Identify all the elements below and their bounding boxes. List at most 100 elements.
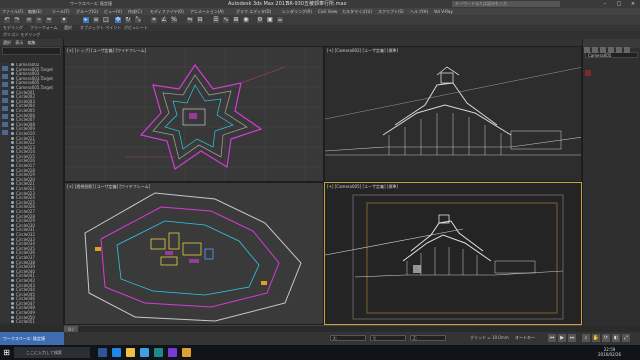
render-icon[interactable]: ☕	[276, 16, 284, 24]
scene-list-item[interactable]: Circle051	[11, 319, 63, 323]
windows-start-icon[interactable]: ⊞	[2, 348, 11, 357]
visibility-icon[interactable]	[11, 251, 14, 255]
visibility-icon[interactable]	[11, 127, 14, 131]
visibility-icon[interactable]	[11, 191, 14, 195]
visibility-icon[interactable]	[11, 223, 14, 227]
app-icon[interactable]	[182, 348, 191, 357]
viewport-camera005[interactable]: [+] [Camera005] [ユーザ定義] [標準]	[324, 182, 582, 325]
visibility-icon[interactable]	[11, 95, 14, 99]
visibility-icon[interactable]	[11, 246, 14, 250]
visibility-icon[interactable]	[11, 145, 14, 149]
visibility-icon[interactable]	[11, 292, 14, 296]
pan-icon[interactable]: ✋	[592, 334, 600, 342]
hierarchy-tab-icon[interactable]	[600, 46, 606, 53]
curve-editor-icon[interactable]: ∿	[222, 16, 230, 24]
angle-snap-icon[interactable]: ∠	[160, 16, 168, 24]
go-to-start-icon[interactable]: ⏮	[548, 334, 556, 342]
coord-y-field[interactable]: Y:	[370, 335, 406, 341]
visibility-icon[interactable]	[11, 122, 14, 126]
filter-groups-icon[interactable]	[2, 114, 8, 119]
menu-item[interactable]: 作成(C)	[128, 8, 142, 15]
material-editor-icon[interactable]: ◉	[242, 16, 250, 24]
undo-icon[interactable]: ↶	[3, 16, 11, 24]
visibility-icon[interactable]	[11, 99, 14, 103]
visibility-icon[interactable]	[11, 131, 14, 135]
visibility-icon[interactable]	[11, 278, 14, 282]
visibility-icon[interactable]	[11, 269, 14, 273]
play-icon[interactable]: ▶	[558, 334, 566, 342]
scale-icon[interactable]: ⤡	[134, 16, 142, 24]
ribbon-subtab[interactable]: ポリゴン モデリング	[3, 31, 40, 39]
visibility-icon[interactable]	[11, 232, 14, 236]
filter-bones-icon[interactable]	[2, 130, 8, 135]
visibility-icon[interactable]	[11, 274, 14, 278]
link-icon[interactable]: ∞	[25, 16, 33, 24]
visibility-icon[interactable]	[11, 255, 14, 259]
visibility-icon[interactable]	[11, 108, 14, 112]
visibility-icon[interactable]	[11, 85, 14, 89]
motion-tab-icon[interactable]	[608, 46, 614, 53]
move-icon[interactable]: ✥	[114, 16, 122, 24]
task-view-icon[interactable]	[98, 348, 107, 357]
visibility-icon[interactable]	[11, 113, 14, 117]
visibility-icon[interactable]	[11, 136, 14, 140]
menu-item[interactable]: モディファイヤ(O)	[150, 8, 184, 15]
menu-item[interactable]: グループ(G)	[76, 8, 98, 15]
scene-search-input[interactable]	[2, 47, 61, 55]
select-object-icon[interactable]: ▸	[82, 16, 90, 24]
minimize-icon[interactable]: –	[598, 0, 612, 8]
scene-tab-display[interactable]: 表示	[15, 40, 23, 45]
help-search-input[interactable]: キーワードまたは語句を入力	[452, 1, 560, 7]
filter-cameras-icon[interactable]	[2, 90, 8, 95]
mirror-icon[interactable]: ⇋	[186, 16, 194, 24]
store-icon[interactable]	[140, 348, 149, 357]
align-icon[interactable]: ⊟	[196, 16, 204, 24]
utilities-tab-icon[interactable]	[624, 46, 630, 53]
visibility-icon[interactable]	[11, 265, 14, 269]
object-name-field[interactable]: Camera005	[585, 52, 638, 58]
viewport-label[interactable]: [+] [Camera002] [ユーザ定義] [標準]	[327, 48, 398, 54]
visibility-icon[interactable]	[11, 320, 14, 323]
close-icon[interactable]: ×	[626, 0, 640, 8]
viewport-label[interactable]: [+] [Camera005] [ユーザ定義] [標準]	[327, 184, 398, 190]
menu-item[interactable]: ビュー(V)	[104, 8, 122, 15]
coord-z-field[interactable]: Z:	[410, 335, 446, 341]
menu-item[interactable]: Vol V-Ray	[434, 8, 453, 15]
time-slider[interactable]: 0 / 100	[64, 325, 582, 339]
visibility-icon[interactable]	[11, 141, 14, 145]
visibility-icon[interactable]	[11, 177, 14, 181]
visibility-icon[interactable]	[11, 118, 14, 122]
taskbar-search-input[interactable]: ここに入力して検索	[14, 347, 90, 358]
visibility-icon[interactable]	[11, 306, 14, 310]
visibility-icon[interactable]	[11, 63, 14, 66]
bind-icon[interactable]: ≈	[45, 16, 53, 24]
filter-helpers-icon[interactable]	[2, 98, 8, 103]
visibility-icon[interactable]	[11, 164, 14, 168]
unlink-icon[interactable]: ⌁	[35, 16, 43, 24]
viewport-perspective[interactable]: [+] [透視投影] [ユーザ定義] [ワイヤフレーム]	[64, 182, 324, 325]
visibility-icon[interactable]	[11, 67, 14, 71]
visibility-icon[interactable]	[11, 72, 14, 76]
go-to-end-icon[interactable]: ⏭	[568, 334, 576, 342]
viewport-top[interactable]: [+] [トップ] [ユーザ定義] [ワイヤフレーム]	[64, 46, 324, 182]
visibility-icon[interactable]	[11, 288, 14, 292]
menu-item[interactable]: 編集(E)	[28, 8, 42, 15]
orbit-icon[interactable]: ⟳	[602, 334, 610, 342]
visibility-icon[interactable]	[11, 182, 14, 186]
edge-icon[interactable]	[112, 348, 121, 357]
filter-shapes-icon[interactable]	[2, 74, 8, 79]
object-color-swatch[interactable]	[585, 69, 591, 76]
modify-tab-icon[interactable]	[592, 46, 598, 53]
explorer-icon[interactable]	[126, 348, 135, 357]
visibility-icon[interactable]	[11, 219, 14, 223]
menu-item[interactable]: グラフ エディタ(D)	[236, 8, 271, 15]
visibility-icon[interactable]	[11, 187, 14, 191]
filter-lights-icon[interactable]	[2, 82, 8, 87]
taskbar-clock[interactable]: 22:59 2016/02/26	[598, 347, 621, 357]
redo-icon[interactable]: ↷	[13, 16, 21, 24]
visibility-icon[interactable]	[11, 104, 14, 108]
render-frame-icon[interactable]: ▣	[266, 16, 274, 24]
auto-key-button[interactable]: オートキー	[515, 335, 535, 341]
viewport-label[interactable]: [+] [トップ] [ユーザ定義] [ワイヤフレーム]	[67, 48, 146, 54]
scene-tab-edit[interactable]: 編集	[28, 40, 36, 45]
